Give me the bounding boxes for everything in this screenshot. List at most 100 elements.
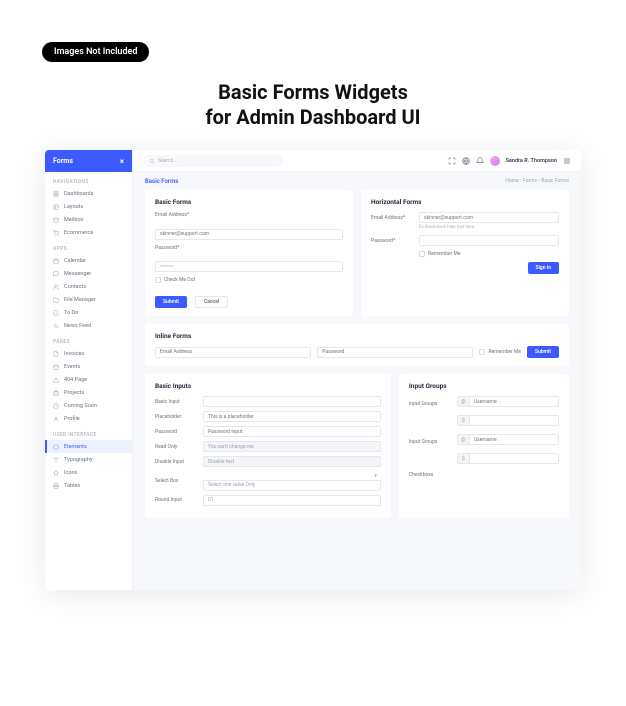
input-label: Placeholder	[155, 414, 197, 420]
cal2-icon	[53, 364, 59, 370]
inline-remember[interactable]: Remember Me	[479, 349, 521, 355]
inline-email[interactable]	[155, 347, 311, 358]
sidebar-item-label: Contacts	[64, 284, 86, 290]
sidebar-item-layouts[interactable]: Layouts	[45, 200, 132, 213]
sidebar-item-calendar[interactable]: Calendar	[45, 254, 132, 267]
bell-icon[interactable]	[476, 157, 484, 165]
sidebar-item-file-manager[interactable]: File Manager	[45, 293, 132, 306]
sidebar-title: Forms	[53, 157, 73, 165]
basic-inputs-card: Basic Inputs Basic Input Placeholder Passw…	[145, 374, 391, 518]
sidebar-item-typography[interactable]: Typography	[45, 453, 132, 466]
sidebar-item-icons[interactable]: Icons	[45, 466, 132, 479]
sidebar-item-contacts[interactable]: Contacts	[45, 280, 132, 293]
check-icon	[53, 310, 59, 316]
dollar-addon: $	[457, 415, 469, 426]
sidebar-item-label: Calendar	[64, 258, 86, 264]
search-input[interactable]: Search...	[143, 155, 283, 167]
ig-username[interactable]	[469, 396, 559, 407]
submit-button[interactable]: Submit	[155, 296, 187, 308]
card-title: Inline Forms	[155, 332, 559, 340]
ig-amount[interactable]	[469, 415, 559, 426]
sidebar-item-label: Events	[64, 364, 80, 370]
box-icon	[53, 444, 59, 450]
globe-icon[interactable]	[462, 157, 470, 165]
grid-icon	[53, 191, 59, 197]
sidebar-item-to-do[interactable]: To Do	[45, 306, 132, 319]
cancel-button[interactable]: Cancel	[195, 296, 228, 308]
remember-me[interactable]: Remember Me	[419, 251, 559, 257]
input-label: Basic Input	[155, 399, 197, 405]
sidebar-item-messenger[interactable]: Messenger	[45, 267, 132, 280]
hero-title: Basic Forms Widgetsfor Admin Dashboard U…	[0, 80, 626, 130]
email-label: Email Address*	[155, 212, 343, 218]
ig-amount-2[interactable]	[469, 453, 559, 464]
card-title: Basic Inputs	[155, 382, 381, 390]
input-field[interactable]	[203, 495, 381, 506]
sidebar-item-label: Dashboards	[64, 191, 93, 197]
sidebar-item-dashboards[interactable]: Dashboards	[45, 187, 132, 200]
table-icon	[53, 483, 59, 489]
menu-icon[interactable]	[563, 157, 571, 165]
email-field[interactable]	[155, 229, 343, 240]
breadcrumb: Home • Forms • Basic Forms	[505, 178, 569, 184]
input-field[interactable]	[203, 426, 381, 437]
avatar[interactable]	[490, 156, 500, 166]
input-field[interactable]	[203, 396, 381, 407]
breadcrumb-bar: Basic Forms Home • Forms • Basic Forms	[133, 172, 581, 190]
sidebar-item-news-feed[interactable]: News Feed	[45, 319, 132, 332]
sidebar-item-label: Mailbox	[64, 217, 83, 223]
check-me-out[interactable]: Check Me Out	[155, 277, 343, 283]
h-password-field[interactable]	[419, 235, 559, 246]
sidebar-item-label: To Do	[64, 310, 78, 316]
at-addon: @	[457, 396, 469, 407]
cart-icon	[53, 230, 59, 236]
input-label: Disable Input	[155, 459, 197, 465]
input-label: Password	[155, 429, 197, 435]
sidebar-item-mailbox[interactable]: Mailbox	[45, 213, 132, 226]
input-label: Select Box	[155, 478, 197, 484]
ig-username-2[interactable]	[469, 434, 559, 445]
content: Basic Forms Email Address* Password* Che…	[133, 190, 581, 590]
app-window: Forms × NAVIGATIONS Dashboards Layouts Mail…	[45, 150, 581, 590]
username: Sandra R. Thompson	[506, 158, 557, 164]
card-title: Horizontal Forms	[371, 198, 559, 206]
sidebar-item-label: Invoices	[64, 351, 84, 357]
card-title: Basic Forms	[155, 198, 343, 206]
h-email-field[interactable]	[419, 212, 559, 223]
checkboxes-label: Checkboxs	[409, 472, 451, 478]
sidebar-item-tables[interactable]: Tables	[45, 479, 132, 492]
help-text: Ex block-level help text here	[419, 225, 559, 230]
sidebar-item-invoices[interactable]: Invoices	[45, 347, 132, 360]
images-not-included-badge: Images Not Included	[42, 42, 149, 62]
input-field[interactable]	[203, 411, 381, 422]
card-title: Input Groups	[409, 382, 559, 390]
input-label: Round Input	[155, 497, 197, 503]
sidebar-item-profile[interactable]: Profile	[45, 412, 132, 425]
inline-password[interactable]	[317, 347, 473, 358]
sidebar-item-coming-soon[interactable]: Coming Soon	[45, 399, 132, 412]
sidebar-item-events[interactable]: Events	[45, 360, 132, 373]
sidebar-section-label: PAGES	[45, 332, 132, 347]
select-box[interactable]	[203, 480, 381, 491]
clock-icon	[53, 403, 59, 409]
sidebar-item-label: Profile	[64, 416, 80, 422]
expand-icon[interactable]	[448, 157, 456, 165]
folder-icon	[53, 297, 59, 303]
sidebar-item-projects[interactable]: Projects	[45, 386, 132, 399]
password-field[interactable]	[155, 261, 343, 272]
close-icon[interactable]: ×	[120, 157, 124, 166]
horizontal-forms-card: Horizontal Forms Email Address* Ex block…	[361, 190, 569, 316]
type-icon	[53, 457, 59, 463]
sidebar-item-label: Messenger	[64, 271, 91, 277]
signin-button[interactable]: Sign In	[528, 262, 559, 274]
inline-forms-card: Inline Forms Remember Me Submit	[145, 324, 569, 366]
inline-submit[interactable]: Submit	[527, 346, 559, 358]
sidebar-item-ecommerce[interactable]: Ecommerce	[45, 226, 132, 239]
sidebar-section-label: NAVIGATIONS	[45, 172, 132, 187]
sidebar-item-404-page[interactable]: 404 Page	[45, 373, 132, 386]
sidebar-item-elements[interactable]: Elements	[45, 440, 132, 453]
sidebar-section-label: USER INTERFACE	[45, 425, 132, 440]
sidebar-item-label: Tables	[64, 483, 80, 489]
sidebar-item-label: Icons	[64, 470, 77, 476]
sidebar-item-label: Projects	[64, 390, 84, 396]
